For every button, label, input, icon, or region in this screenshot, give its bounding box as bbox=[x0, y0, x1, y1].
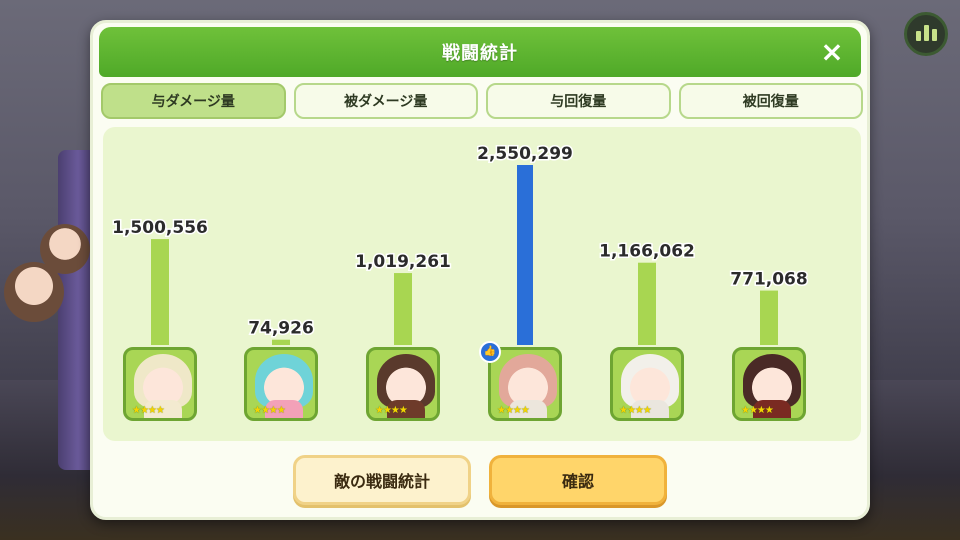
panel-title: 戦闘統計 bbox=[442, 43, 518, 64]
enemy-stats-button[interactable]: 敵の戦闘統計 bbox=[293, 455, 471, 505]
tab-healing-received[interactable]: 被回復量 bbox=[678, 83, 863, 119]
hero-portrait[interactable]: ★★★★ bbox=[244, 347, 318, 421]
damage-value-label: 74,926 bbox=[248, 319, 314, 339]
star-rating-icon: ★★★★ bbox=[741, 405, 774, 416]
hero-portrait[interactable]: ★★★★ bbox=[610, 347, 684, 421]
stats-icon[interactable] bbox=[904, 12, 948, 56]
damage-bar bbox=[760, 290, 778, 345]
mvp-thumbs-up-icon: 👍 bbox=[479, 341, 501, 363]
close-icon[interactable]: × bbox=[817, 37, 847, 67]
damage-chart: 1,500,556 74,926 1,019,261 2,550,299 1,166,0… bbox=[103, 127, 861, 441]
star-rating-icon: ★★★★ bbox=[375, 405, 408, 416]
panel-header: 戦闘統計 × bbox=[99, 27, 861, 77]
damage-bar bbox=[272, 339, 290, 345]
battle-stats-panel: 戦闘統計 × 与ダメージ量 被ダメージ量 与回復量 被回復量 1,500,556… bbox=[90, 20, 870, 520]
damage-value-label: 1,166,062 bbox=[599, 242, 695, 262]
damage-bar bbox=[394, 273, 412, 345]
tab-damage-dealt[interactable]: 与ダメージ量 bbox=[101, 83, 286, 119]
star-rating-icon: ★★★★ bbox=[132, 405, 165, 416]
damage-value-label: 771,068 bbox=[730, 270, 807, 290]
confirm-button[interactable]: 確認 bbox=[489, 455, 667, 505]
damage-value-label: 2,550,299 bbox=[477, 144, 573, 164]
damage-bar bbox=[638, 262, 656, 345]
background-character bbox=[40, 224, 90, 274]
damage-bar bbox=[517, 165, 533, 345]
hero-portrait[interactable]: ★★★★ bbox=[732, 347, 806, 421]
stats-tabs: 与ダメージ量 被ダメージ量 与回復量 被回復量 bbox=[101, 83, 863, 121]
tab-healing-done[interactable]: 与回復量 bbox=[486, 83, 671, 119]
tab-damage-taken[interactable]: 被ダメージ量 bbox=[293, 83, 478, 119]
hero-portrait[interactable]: ★★★★ bbox=[123, 347, 197, 421]
damage-value-label: 1,500,556 bbox=[112, 218, 208, 238]
damage-value-label: 1,019,261 bbox=[355, 252, 451, 272]
star-rating-icon: ★★★★ bbox=[253, 405, 286, 416]
hero-portrait[interactable]: ★★★★ bbox=[366, 347, 440, 421]
star-rating-icon: ★★★★ bbox=[619, 405, 652, 416]
star-rating-icon: ★★★★ bbox=[497, 405, 530, 416]
damage-bar bbox=[151, 239, 169, 345]
